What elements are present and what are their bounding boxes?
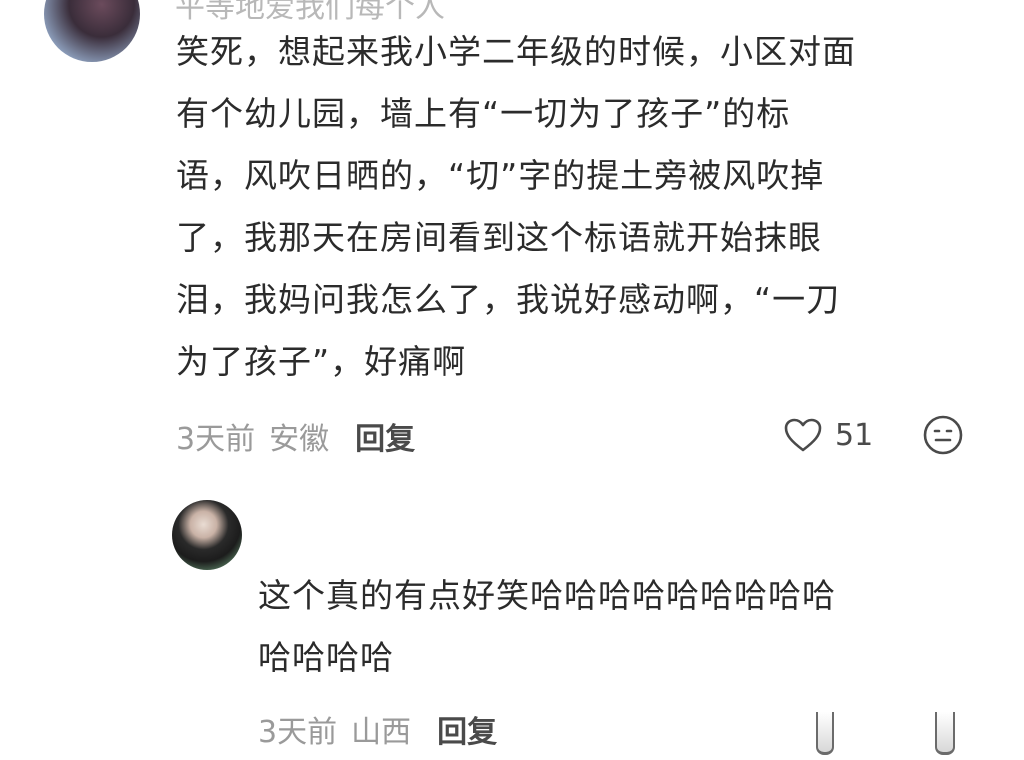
heart-outline-icon (784, 418, 822, 452)
comment-body: 笑死，想起来我小学二年级的时候，小区对面 有个幼儿园，墙上有“一切为了孩子”的标… (176, 21, 996, 393)
reply-line: 哈哈哈哈 (258, 638, 394, 677)
comment-line: 语，风吹日晒的，“切”字的提土旁被风吹掉 (176, 156, 825, 195)
reply-avatar[interactable] (172, 500, 242, 570)
comment-line: 笑死，想起来我小学二年级的时候，小区对面 (176, 32, 856, 71)
comment-line: 为了孩子”，好痛啊 (176, 342, 467, 381)
comment-thread: 平等地爱我们每个人 笑死，想起来我小学二年级的时候，小区对面 有个幼儿园，墙上有… (0, 0, 1024, 760)
partial-emoji-icon[interactable] (935, 712, 955, 755)
partial-like-icon[interactable] (816, 712, 834, 755)
avatar[interactable] (44, 0, 140, 62)
comment-time: 3天前 (176, 422, 256, 457)
reply-meta: 3天前 山西 回复 (258, 707, 497, 751)
reply-button[interactable]: 回复 (355, 414, 415, 458)
comment-line: 了，我那天在房间看到这个标语就开始抹眼 (176, 218, 822, 257)
like-count: 51 (835, 417, 874, 453)
smiley-face-icon[interactable] (922, 414, 964, 456)
like-button[interactable]: 51 (783, 414, 873, 456)
reply-body: 这个真的有点好笑哈哈哈哈哈哈哈哈哈 哈哈哈哈 (258, 565, 998, 689)
comment-location: 安徽 (269, 422, 330, 457)
comment-line: 泪，我妈问我怎么了，我说好感动啊，“一刀 (176, 280, 841, 319)
reply-line: 这个真的有点好笑哈哈哈哈哈哈哈哈哈 (258, 576, 836, 615)
reply-reply-button[interactable]: 回复 (437, 707, 497, 751)
comment-line: 有个幼儿园，墙上有“一切为了孩子”的标 (176, 94, 791, 133)
comment-meta: 3天前 安徽 回复 (176, 414, 415, 458)
reply-location: 山西 (351, 715, 412, 750)
reply-time: 3天前 (258, 715, 338, 750)
